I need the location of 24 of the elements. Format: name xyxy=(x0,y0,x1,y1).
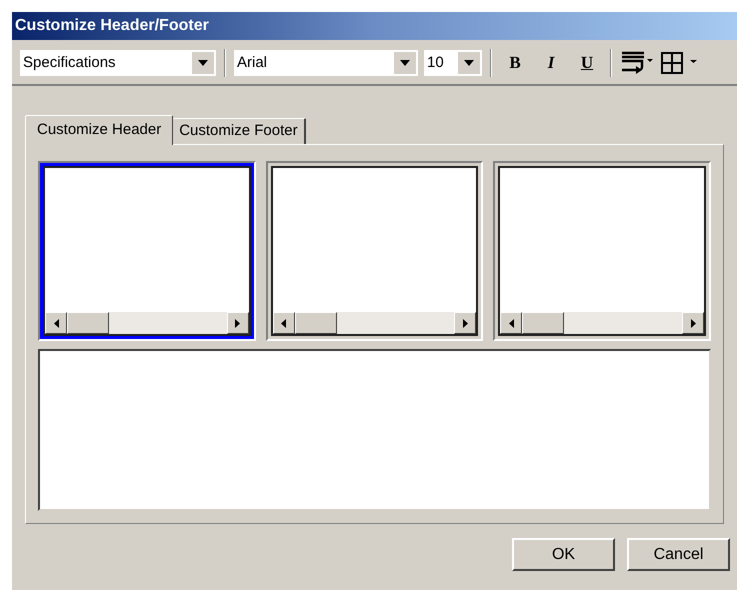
ok-button[interactable]: OK xyxy=(512,538,615,571)
text-wrap-icon[interactable] xyxy=(620,51,654,75)
scrollbar[interactable] xyxy=(500,312,704,334)
caret-icon xyxy=(192,52,214,74)
section-frame[interactable] xyxy=(38,161,256,341)
scrollbar[interactable] xyxy=(272,312,476,334)
scroll-thumb[interactable] xyxy=(522,312,564,334)
tab[interactable]: Customize Header xyxy=(25,115,174,145)
bold-button[interactable]: B xyxy=(500,50,530,76)
section-frame[interactable] xyxy=(493,161,712,341)
size-dropdown[interactable]: 10 xyxy=(424,50,482,76)
window-title: Customize Header/Footer xyxy=(12,12,737,40)
tab[interactable]: Customize Footer xyxy=(173,118,306,144)
cancel-button[interactable]: Cancel xyxy=(627,538,730,571)
caret-icon xyxy=(394,52,416,74)
italic-button[interactable]: I xyxy=(536,50,566,76)
section-frame[interactable] xyxy=(266,161,484,341)
scroll-thumb[interactable] xyxy=(294,312,337,334)
font-dropdown[interactable]: Arial xyxy=(234,50,418,76)
caret-icon xyxy=(458,52,480,74)
underline-button[interactable]: U xyxy=(572,50,602,76)
style-dropdown[interactable]: Specifications xyxy=(20,50,216,76)
scroll-thumb[interactable] xyxy=(67,312,109,334)
scrollbar[interactable] xyxy=(45,312,249,334)
